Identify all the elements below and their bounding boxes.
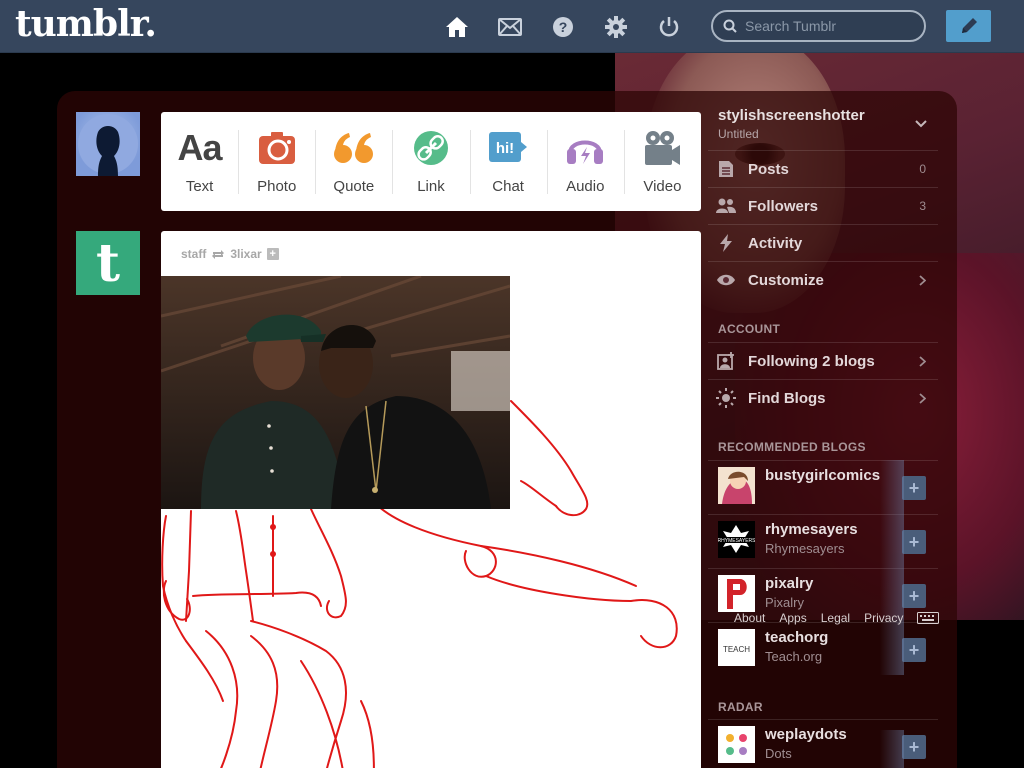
blog-avatar: RHYMESAYERS bbox=[718, 521, 756, 558]
blog-title: Untitled bbox=[718, 127, 759, 141]
compose-button[interactable] bbox=[946, 10, 991, 42]
recommended-heading: RECOMMENDED BLOGS bbox=[718, 440, 866, 454]
link-icon bbox=[413, 128, 449, 168]
camera-icon bbox=[258, 128, 296, 168]
power-icon[interactable] bbox=[656, 14, 682, 40]
footer-link-privacy[interactable]: Privacy bbox=[864, 611, 903, 625]
post-type-photo[interactable]: Photo bbox=[238, 112, 315, 211]
dashboard-post: staff 3lixar + bbox=[161, 231, 701, 768]
staff-avatar[interactable]: t bbox=[76, 231, 140, 295]
footer-link-legal[interactable]: Legal bbox=[821, 611, 850, 625]
svg-text:RHYMESAYERS: RHYMESAYERS bbox=[718, 538, 755, 544]
svg-text:hi!: hi! bbox=[496, 140, 514, 157]
post-type-audio[interactable]: Audio bbox=[546, 112, 624, 211]
eye-icon bbox=[711, 274, 741, 286]
headphones-icon bbox=[565, 128, 605, 168]
posts-icon bbox=[711, 160, 741, 178]
follow-plus-icon[interactable]: + bbox=[902, 530, 926, 554]
radar-heading: RADAR bbox=[718, 700, 763, 714]
compass-icon bbox=[711, 388, 741, 408]
post-type-video[interactable]: Video bbox=[623, 112, 701, 211]
sidebar-item-find-blogs[interactable]: Find Blogs bbox=[708, 379, 938, 416]
text-icon: Aa bbox=[177, 127, 223, 168]
chat-icon: hi! bbox=[488, 128, 528, 168]
chevron-right-icon bbox=[919, 274, 926, 286]
post-type-text[interactable]: Aa Text bbox=[161, 112, 238, 211]
top-navigation: tumblr. ? bbox=[0, 0, 1024, 53]
post-type-chat[interactable]: hi! Chat bbox=[469, 112, 547, 211]
account-heading: ACCOUNT bbox=[718, 322, 781, 336]
blog-avatar bbox=[718, 575, 755, 612]
chevron-down-icon[interactable] bbox=[915, 120, 927, 128]
following-icon bbox=[711, 352, 741, 370]
sidebar-item-followers[interactable]: Followers 3 bbox=[708, 187, 938, 224]
footer-links: About Apps Legal Privacy bbox=[734, 611, 903, 625]
mail-icon[interactable] bbox=[497, 14, 523, 40]
search-icon bbox=[723, 19, 737, 33]
pencil-icon bbox=[961, 18, 977, 33]
home-icon[interactable] bbox=[444, 14, 470, 40]
search-box bbox=[711, 10, 926, 42]
follow-plus-icon[interactable]: + bbox=[902, 735, 926, 759]
sidebar-highlight-stripe bbox=[880, 460, 904, 675]
chevron-right-icon bbox=[919, 355, 926, 367]
blog-avatar: TEACH bbox=[718, 629, 755, 666]
svg-text:?: ? bbox=[559, 19, 568, 35]
footer-link-apps[interactable]: Apps bbox=[779, 611, 806, 625]
chevron-right-icon bbox=[919, 392, 926, 404]
video-camera-icon bbox=[643, 128, 681, 168]
gear-icon[interactable] bbox=[603, 14, 629, 40]
follow-plus-icon[interactable]: + bbox=[902, 584, 926, 608]
sidebar-highlight-stripe bbox=[880, 730, 904, 768]
post-type-quote[interactable]: Quote bbox=[315, 112, 392, 211]
svg-text:t: t bbox=[96, 237, 120, 289]
help-icon[interactable]: ? bbox=[550, 14, 576, 40]
keyboard-icon[interactable] bbox=[917, 612, 939, 624]
svg-text:TEACH: TEACH bbox=[723, 645, 750, 654]
sidebar-item-following[interactable]: Following 2 blogs bbox=[708, 342, 938, 379]
post-photo[interactable] bbox=[161, 276, 510, 509]
follow-plus-icon[interactable]: + bbox=[902, 476, 926, 500]
footer-link-about[interactable]: About bbox=[734, 611, 765, 625]
post-type-link[interactable]: Link bbox=[392, 112, 469, 211]
blog-name[interactable]: stylishscreenshotter bbox=[718, 107, 865, 124]
tumblr-logo[interactable]: tumblr. bbox=[15, 3, 157, 45]
sidebar-item-activity[interactable]: Activity bbox=[708, 224, 938, 261]
followers-icon bbox=[711, 198, 741, 214]
blog-avatar bbox=[718, 726, 755, 763]
lightning-icon bbox=[711, 234, 741, 252]
user-avatar[interactable] bbox=[76, 112, 140, 176]
blog-avatar bbox=[718, 467, 755, 504]
post-type-bar: Aa Text Photo Quote Link hi! Chat Audio bbox=[161, 112, 701, 211]
sidebar-item-customize[interactable]: Customize bbox=[708, 261, 938, 298]
quote-icon bbox=[333, 128, 375, 168]
sidebar-item-posts[interactable]: Posts 0 bbox=[708, 150, 938, 187]
follow-plus-icon[interactable]: + bbox=[902, 638, 926, 662]
search-input[interactable] bbox=[745, 18, 915, 34]
tumblr-t-icon: t bbox=[96, 237, 120, 289]
